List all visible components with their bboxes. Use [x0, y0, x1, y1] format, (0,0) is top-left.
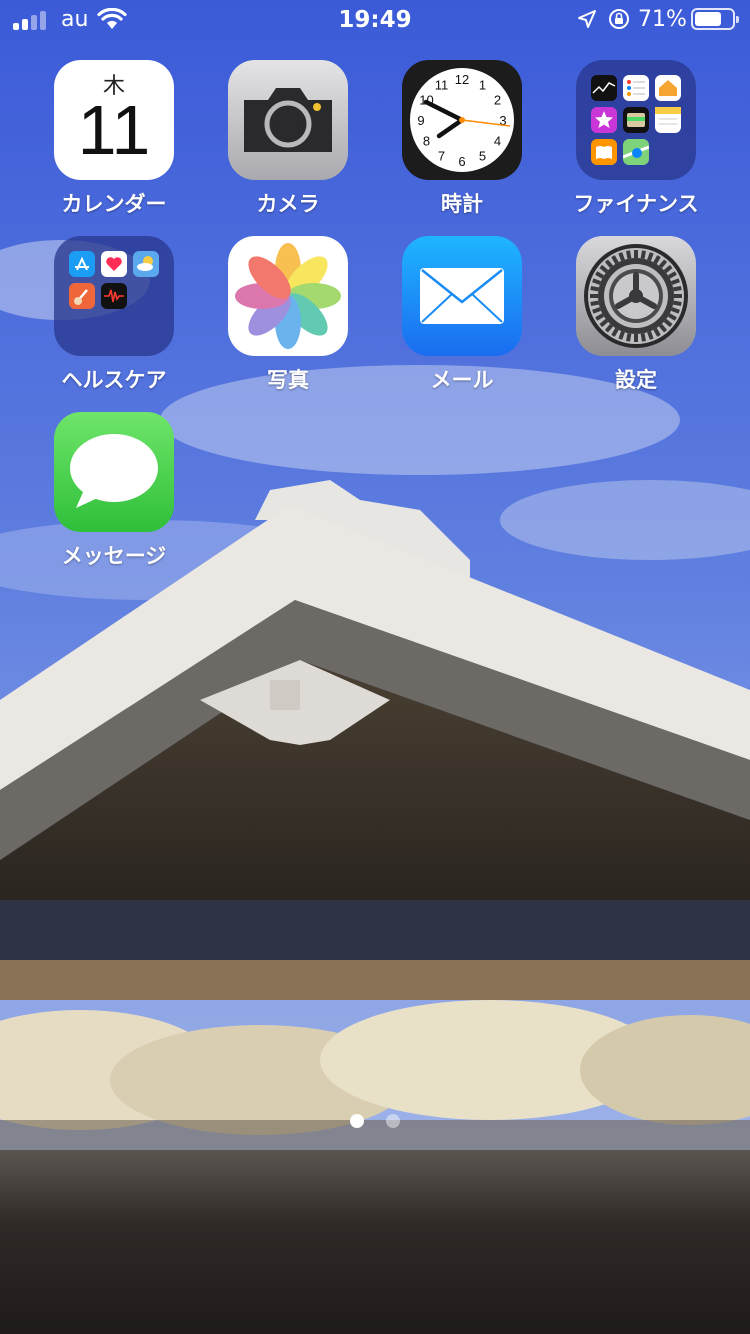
battery-percentage: 71%	[638, 7, 687, 32]
status-bar: au 19:49 71%	[0, 0, 750, 40]
app-photos[interactable]: 写真	[201, 236, 375, 394]
calendar-day: 11	[77, 91, 151, 169]
dock	[0, 1150, 750, 1334]
clock-numeral: 4	[494, 134, 501, 149]
books-mini-icon	[591, 139, 617, 165]
reminders-mini-icon	[623, 75, 649, 101]
rotation-lock-icon	[607, 8, 631, 34]
clock-numeral: 1	[479, 77, 486, 92]
health-mini-icon	[101, 251, 127, 277]
app-label: 時計	[441, 192, 483, 216]
calendar-icon: 木 11	[54, 60, 174, 180]
app-mail[interactable]: メール	[375, 236, 549, 394]
app-label: メッセージ	[61, 544, 167, 568]
battery-icon	[691, 8, 739, 30]
home-mini-icon	[655, 75, 681, 101]
page-indicator[interactable]	[0, 1114, 750, 1130]
clock-numeral: 5	[479, 149, 486, 164]
app-label: ファイナンス	[573, 192, 699, 216]
settings-gear-icon	[576, 236, 696, 356]
app-label: メール	[430, 368, 494, 392]
location-arrow-icon	[577, 9, 597, 33]
app-label: 写真	[267, 368, 309, 392]
app-finance-folder[interactable]: ファイナンス	[549, 60, 723, 218]
stocks-mini-icon	[591, 75, 617, 101]
itunes-store-mini-icon	[591, 107, 617, 133]
photos-icon	[228, 236, 348, 356]
clock-numeral: 8	[423, 134, 430, 149]
maps-mini-icon	[622, 139, 650, 165]
clock-numeral: 7	[438, 149, 445, 164]
app-store-mini-icon	[69, 251, 95, 277]
app-settings[interactable]: 設定	[549, 236, 723, 394]
app-clock[interactable]: 121234567891011 時計	[375, 60, 549, 218]
app-healthcare-folder[interactable]: ヘルスケア	[27, 236, 201, 394]
notes-mini-icon	[655, 107, 681, 133]
app-label: 設定	[615, 368, 657, 392]
app-label: カメラ	[256, 192, 320, 216]
finance-folder-icon	[576, 60, 696, 180]
app-label: ヘルスケア	[61, 368, 167, 392]
clock-numeral: 2	[494, 93, 501, 108]
wallet-mini-icon	[623, 107, 649, 133]
messages-bubble-icon	[54, 412, 174, 532]
page-dot-2[interactable]	[386, 1114, 400, 1128]
mail-icon	[402, 236, 522, 356]
app-label: カレンダー	[61, 192, 167, 216]
app-messages[interactable]: メッセージ	[27, 412, 201, 570]
clock-numeral: 6	[458, 154, 465, 169]
weather-mini-icon	[133, 251, 159, 277]
clock-numeral: 12	[455, 72, 469, 87]
healthcare-folder-icon	[54, 236, 174, 356]
clock-icon: 121234567891011	[402, 60, 522, 180]
app-camera[interactable]: カメラ	[201, 60, 375, 218]
clock-numeral: 11	[435, 77, 449, 92]
page-dot-1[interactable]	[350, 1114, 364, 1128]
voice-memos-mini-icon	[101, 283, 127, 309]
camera-icon	[228, 60, 348, 180]
clock-numeral: 9	[417, 113, 424, 128]
garageband-mini-icon	[69, 283, 95, 309]
app-calendar[interactable]: 木 11 カレンダー	[27, 60, 201, 218]
